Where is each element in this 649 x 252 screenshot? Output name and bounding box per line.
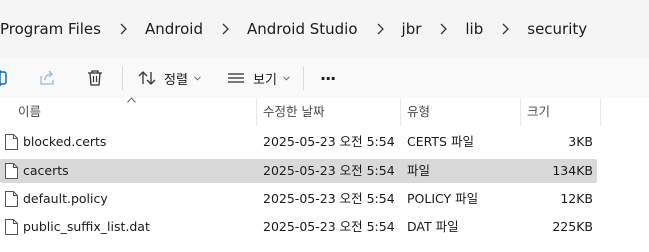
column-divider[interactable] bbox=[256, 98, 257, 126]
chevron-right-icon[interactable] bbox=[101, 18, 145, 40]
sort-button[interactable]: 정렬 bbox=[138, 64, 201, 92]
rename-button[interactable] bbox=[0, 64, 10, 92]
address-bar[interactable]: Program Files Android Android Studio jbr… bbox=[0, 0, 649, 58]
chevron-down-icon bbox=[194, 75, 201, 81]
file-size: 134KB bbox=[552, 163, 593, 178]
file-type: 파일 bbox=[407, 163, 431, 178]
toolbar-divider bbox=[122, 66, 123, 90]
file-name: blocked.certs bbox=[23, 134, 107, 149]
file-row[interactable]: cacerts 2025-05-23 오전 5:54 파일 134KB bbox=[0, 159, 597, 183]
file-type: DAT 파일 bbox=[407, 219, 459, 234]
breadcrumb-item-android-studio[interactable]: Android Studio bbox=[247, 20, 358, 38]
file-date: 2025-05-23 오전 5:54 bbox=[263, 134, 395, 149]
chevron-right-icon[interactable] bbox=[358, 18, 402, 40]
breadcrumb-item-security[interactable]: security bbox=[527, 20, 587, 38]
column-divider[interactable] bbox=[600, 98, 601, 126]
toolbar-divider bbox=[303, 66, 304, 90]
column-divider[interactable] bbox=[520, 98, 521, 126]
sort-ascending-icon bbox=[127, 97, 136, 103]
more-options-button[interactable]: ··· bbox=[320, 64, 336, 92]
chevron-right-icon[interactable] bbox=[203, 18, 247, 40]
chevron-down-icon bbox=[283, 75, 290, 81]
file-name: default.policy bbox=[23, 191, 108, 206]
column-divider[interactable] bbox=[400, 98, 401, 126]
file-icon bbox=[5, 219, 18, 235]
file-date: 2025-05-23 오전 5:54 bbox=[263, 163, 395, 178]
column-header-row: 이름 수정한 날짜 유형 크기 bbox=[0, 97, 649, 126]
file-size: 12KB bbox=[560, 191, 593, 206]
chevron-right-icon[interactable] bbox=[483, 18, 527, 40]
file-date: 2025-05-23 오전 5:54 bbox=[263, 191, 395, 206]
file-name: public_suffix_list.dat bbox=[23, 219, 150, 234]
breadcrumb: Program Files Android Android Studio jbr… bbox=[0, 18, 587, 40]
file-icon bbox=[5, 134, 18, 150]
share-button[interactable] bbox=[38, 64, 58, 92]
trash-icon bbox=[88, 70, 102, 86]
file-explorer-window: Program Files Android Android Studio jbr… bbox=[0, 0, 649, 252]
breadcrumb-item-program-files[interactable]: Program Files bbox=[0, 20, 101, 38]
breadcrumb-item-lib[interactable]: lib bbox=[465, 20, 483, 38]
file-row[interactable]: public_suffix_list.dat 2025-05-23 오전 5:5… bbox=[0, 215, 597, 239]
file-type: POLICY 파일 bbox=[407, 191, 479, 206]
file-size: 225KB bbox=[552, 219, 593, 234]
file-row[interactable]: blocked.certs 2025-05-23 오전 5:54 CERTS 파… bbox=[0, 130, 597, 154]
file-icon bbox=[5, 191, 18, 207]
sort-label: 정렬 bbox=[164, 72, 188, 88]
column-header-date[interactable]: 수정한 날짜 bbox=[263, 98, 324, 126]
share-icon bbox=[40, 70, 54, 85]
command-bar: 정렬 보기 ··· bbox=[0, 58, 649, 98]
view-button[interactable]: 보기 bbox=[228, 64, 290, 92]
delete-button[interactable] bbox=[86, 64, 106, 92]
file-size: 3KB bbox=[568, 134, 593, 149]
file-date: 2025-05-23 오전 5:54 bbox=[263, 219, 395, 234]
column-header-size[interactable]: 크기 bbox=[527, 98, 550, 126]
chevron-right-icon[interactable] bbox=[421, 18, 465, 40]
rename-icon bbox=[0, 70, 7, 86]
column-header-type[interactable]: 유형 bbox=[407, 98, 430, 126]
file-type: CERTS 파일 bbox=[407, 134, 474, 149]
file-row[interactable]: default.policy 2025-05-23 오전 5:54 POLICY… bbox=[0, 187, 597, 211]
file-name: cacerts bbox=[23, 163, 69, 178]
view-list-icon bbox=[228, 73, 244, 83]
column-header-name[interactable]: 이름 bbox=[18, 98, 41, 126]
file-icon bbox=[5, 163, 18, 179]
breadcrumb-item-android[interactable]: Android bbox=[145, 20, 203, 38]
view-label: 보기 bbox=[253, 72, 277, 88]
breadcrumb-item-jbr[interactable]: jbr bbox=[402, 20, 422, 38]
sort-icon bbox=[138, 71, 156, 85]
